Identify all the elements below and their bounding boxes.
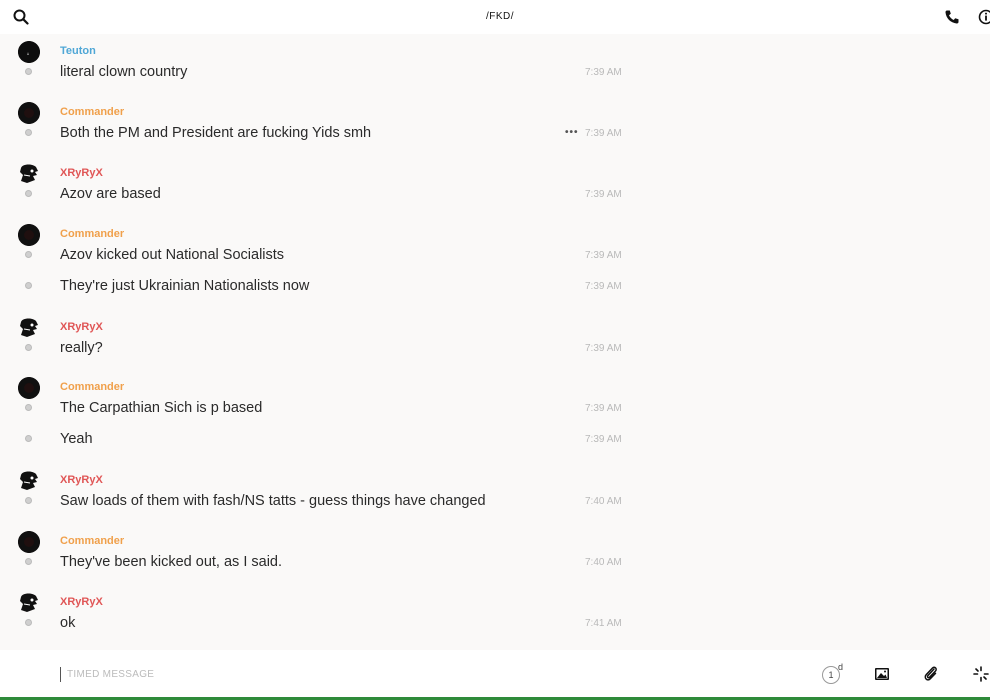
avatar[interactable]	[18, 377, 40, 399]
avatar[interactable]	[18, 224, 40, 246]
message-text: literal clown country	[60, 64, 188, 80]
image-icon[interactable]	[874, 666, 890, 682]
sender-name[interactable]: XRyRyX	[60, 167, 103, 179]
read-status-icon	[25, 282, 32, 289]
message-text: They're just Ukrainian Nationalists now	[60, 278, 310, 294]
sender-name[interactable]: Teuton	[60, 45, 96, 57]
sender-name[interactable]: Commander	[60, 535, 124, 547]
message-time: 7:39 AM	[585, 434, 622, 445]
message-time: 7:39 AM	[585, 128, 622, 139]
read-status-icon	[25, 404, 32, 411]
text-cursor	[60, 667, 61, 682]
message-text: really?	[60, 340, 103, 356]
read-status-icon	[25, 558, 32, 565]
avatar[interactable]	[18, 41, 40, 63]
read-status-icon	[25, 251, 32, 258]
message-time: 7:39 AM	[585, 343, 622, 354]
sparkle-icon[interactable]	[973, 666, 989, 682]
avatar[interactable]	[18, 531, 40, 553]
read-status-icon	[25, 190, 32, 197]
message-time: 7:39 AM	[585, 67, 622, 78]
read-status-icon	[25, 435, 32, 442]
message-time: 7:39 AM	[585, 281, 622, 292]
read-status-icon	[25, 68, 32, 75]
read-status-icon	[25, 344, 32, 351]
top-bar: /FKD/	[0, 0, 990, 34]
message-time: 7:41 AM	[585, 618, 622, 629]
phone-icon[interactable]	[944, 9, 960, 25]
avatar[interactable]	[18, 592, 40, 614]
message-text: Azov are based	[60, 186, 161, 202]
message-time: 7:40 AM	[585, 496, 622, 507]
message-text: Yeah	[60, 431, 93, 447]
message-composer: TIMED MESSAGE 1 d	[0, 650, 990, 700]
attachment-icon[interactable]	[923, 665, 939, 683]
message-text: They've been kicked out, as I said.	[60, 554, 283, 570]
message-text: ok	[60, 615, 76, 631]
sender-name[interactable]: Commander	[60, 106, 124, 118]
message-text: Azov kicked out National Socialists	[60, 247, 285, 263]
avatar[interactable]	[18, 163, 40, 185]
conversation-title: /FKD/	[485, 11, 515, 22]
sender-name[interactable]: Commander	[60, 228, 124, 240]
sender-name[interactable]: XRyRyX	[60, 596, 103, 608]
avatar[interactable]	[18, 102, 40, 124]
message-time: 7:40 AM	[585, 557, 622, 568]
message-input[interactable]: TIMED MESSAGE	[67, 669, 154, 680]
read-status-icon	[25, 129, 32, 136]
message-time: 7:39 AM	[585, 189, 622, 200]
timer-button[interactable]: 1 d	[822, 662, 844, 684]
message-list[interactable]: Teuton literal clown country 7:39 AM Com…	[0, 34, 990, 650]
message-text: Both the PM and President are fucking Yi…	[60, 125, 372, 141]
message-time: 7:39 AM	[585, 250, 622, 261]
more-options-icon[interactable]: •••	[565, 127, 579, 138]
read-status-icon	[25, 497, 32, 504]
sender-name[interactable]: Commander	[60, 381, 124, 393]
avatar[interactable]	[18, 470, 40, 492]
message-text: Saw loads of them with fash/NS tatts - g…	[60, 493, 486, 509]
info-icon[interactable]	[978, 9, 990, 25]
sender-name[interactable]: XRyRyX	[60, 474, 103, 486]
read-status-icon	[25, 619, 32, 626]
sender-name[interactable]: XRyRyX	[60, 321, 103, 333]
message-time: 7:39 AM	[585, 403, 622, 414]
avatar[interactable]	[18, 317, 40, 339]
message-text: The Carpathian Sich is p based	[60, 400, 263, 416]
timer-unit: d	[838, 662, 844, 672]
